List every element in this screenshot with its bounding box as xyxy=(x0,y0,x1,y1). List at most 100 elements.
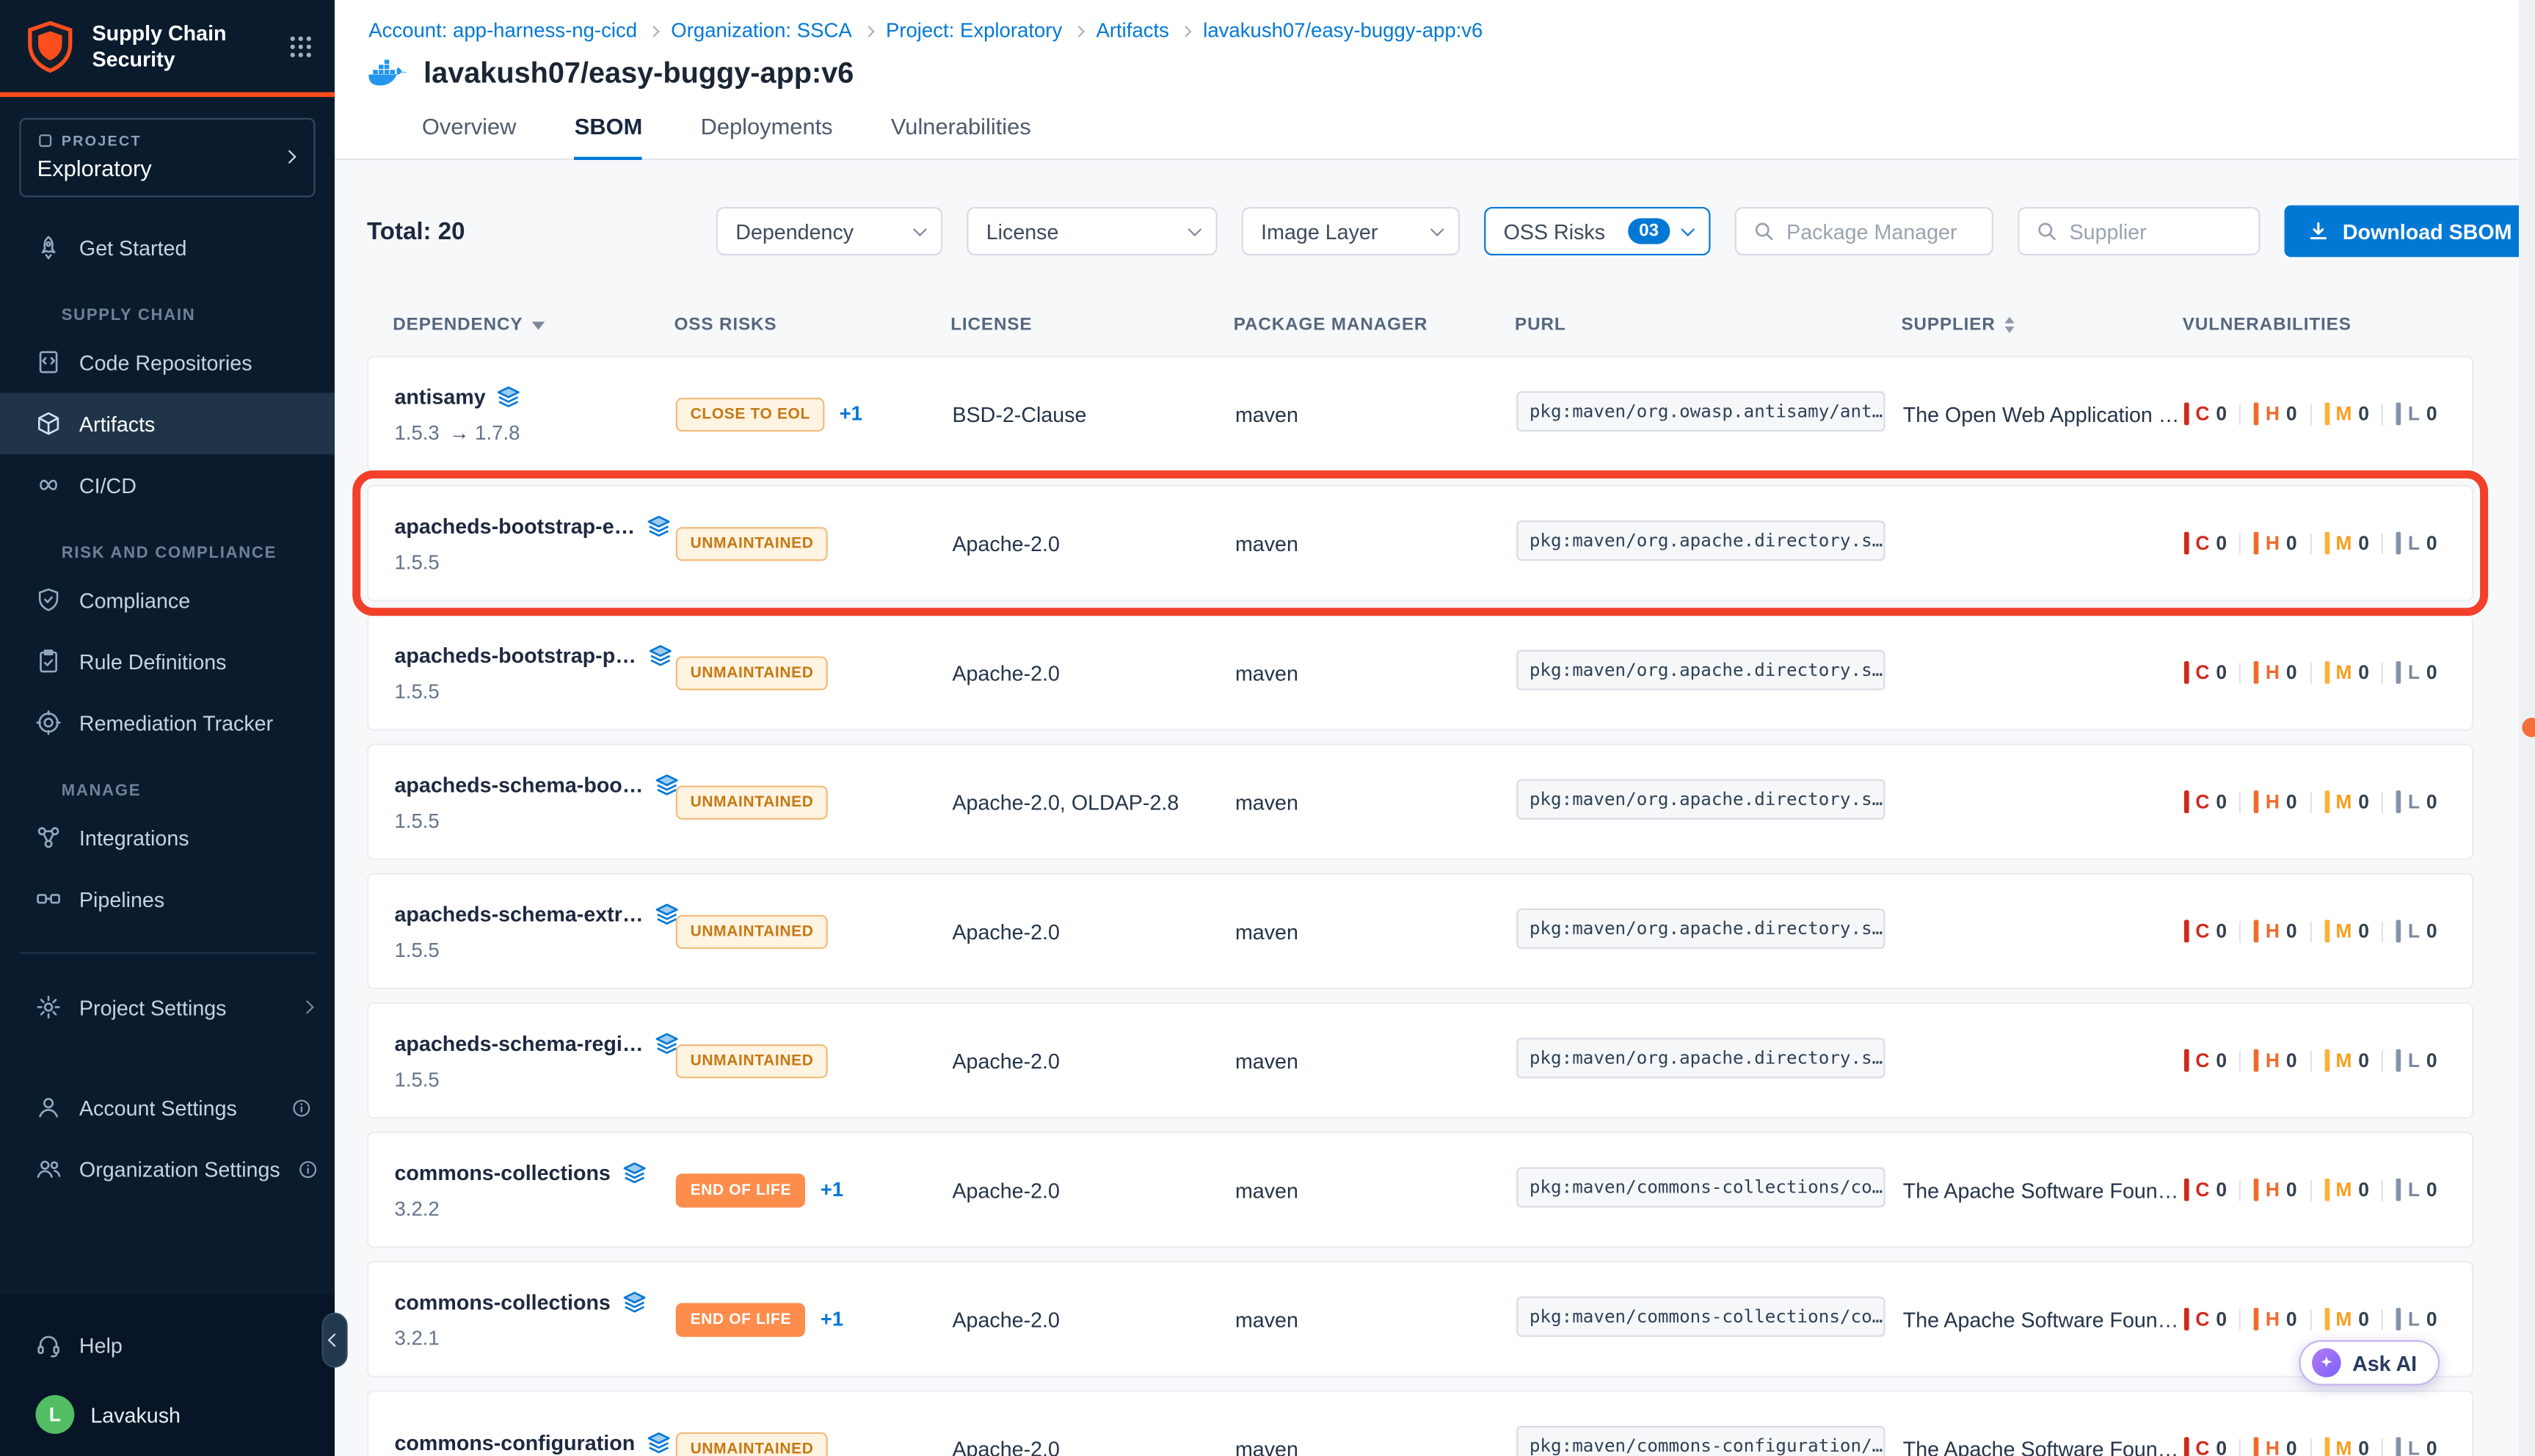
sidebar-collapse-handle[interactable] xyxy=(321,1313,347,1368)
user-profile[interactable]: L Lavakush xyxy=(0,1376,335,1438)
package-manager-cell: maven xyxy=(1235,919,1298,943)
package-manager-cell: maven xyxy=(1235,1307,1298,1331)
sort-descending-icon[interactable] xyxy=(533,321,546,329)
license-cell: Apache-2.0 xyxy=(952,1049,1059,1073)
pill-divider xyxy=(2382,1050,2384,1071)
nav-organization-settings[interactable]: Organization Settings xyxy=(0,1138,335,1200)
table-row[interactable]: apacheds-bootstrap-p… 1.5.5 UNMAINTAINED… xyxy=(367,614,2473,731)
purl-chip[interactable]: pkg:maven/org.apache.directory.s… xyxy=(1516,520,1885,561)
table-row[interactable]: commons-configuration UNMAINTAINED Apach… xyxy=(367,1390,2473,1456)
risk-badge: UNMAINTAINED xyxy=(676,1432,829,1456)
pill-divider xyxy=(2310,533,2311,554)
package-manager-cell: maven xyxy=(1235,401,1298,426)
dependency-cell: commons-collections 3.2.2 xyxy=(394,1133,675,1246)
purl-chip[interactable]: pkg:maven/commons-configuration/… xyxy=(1516,1426,1885,1456)
image-layer-filter[interactable]: Image Layer xyxy=(1242,207,1460,255)
upgrade-info: → 1.7.8 xyxy=(449,421,520,444)
breadcrumb-separator-icon xyxy=(648,25,660,37)
nav-help[interactable]: Help xyxy=(0,1314,335,1376)
nav-get-started[interactable]: Get Started xyxy=(0,216,335,278)
purl-chip[interactable]: pkg:maven/org.apache.directory.s… xyxy=(1516,909,1885,949)
package-manager-search[interactable] xyxy=(1735,207,1993,255)
table-row[interactable]: apacheds-schema-regi… 1.5.5 UNMAINTAINED… xyxy=(367,1002,2473,1119)
breadcrumb-artifact-name[interactable]: lavakush07/easy-buggy-app:v6 xyxy=(1203,19,1483,42)
oss-risks-filter[interactable]: OSS Risks 03 xyxy=(1484,207,1710,255)
dependency-version: 1.5.5 xyxy=(394,550,439,573)
breadcrumb-artifacts[interactable]: Artifacts xyxy=(1096,19,1168,42)
search-icon xyxy=(2035,220,2058,243)
sort-toggle-icon[interactable] xyxy=(2005,317,2015,333)
supplier-search[interactable] xyxy=(2018,207,2260,255)
more-risks-link[interactable]: +1 xyxy=(840,402,862,425)
license-cell: Apache-2.0 xyxy=(952,1436,1059,1456)
table-row[interactable]: apacheds-schema-boo… 1.5.5 UNMAINTAINED … xyxy=(367,743,2473,860)
dependency-version-row: 1.5.5 xyxy=(394,1068,659,1091)
tab-overview[interactable]: Overview xyxy=(422,113,517,159)
col-supplier: SUPPLIER xyxy=(1901,316,1995,335)
critical-count-pill: C0 xyxy=(2184,1049,2227,1072)
section-supply-chain: SUPPLY CHAIN xyxy=(62,307,312,325)
organization-settings-icon xyxy=(35,1156,61,1182)
info-icon xyxy=(291,1097,313,1118)
nav-remediation-tracker[interactable]: Remediation Tracker xyxy=(0,692,335,754)
oss-risks-cell: UNMAINTAINED xyxy=(676,1432,953,1456)
dependency-filter[interactable]: Dependency xyxy=(716,207,942,255)
tab-bar: Overview SBOM Deployments Vulnerabilitie… xyxy=(368,113,2496,159)
critical-count-pill: C0 xyxy=(2184,402,2227,425)
nav-cicd[interactable]: CI/CD xyxy=(0,454,335,516)
table-row[interactable]: apacheds-bootstrap-e… 1.5.5 UNMAINTAINED… xyxy=(367,485,2473,602)
dependency-cell: apacheds-schema-regi… 1.5.5 xyxy=(394,1004,675,1117)
more-risks-link[interactable]: +1 xyxy=(821,1179,843,1201)
download-sbom-button[interactable]: Download SBOM xyxy=(2285,205,2535,257)
table-row[interactable]: commons-collections 3.2.1 END OF LIFE +1… xyxy=(367,1261,2473,1377)
medium-count-pill: M0 xyxy=(2324,790,2369,813)
search-icon xyxy=(1753,220,1775,243)
tab-vulnerabilities[interactable]: Vulnerabilities xyxy=(891,113,1031,159)
vulnerability-counts: C0 H0 M0 L0 xyxy=(2184,1179,2472,1201)
nav-code-repositories[interactable]: Code Repositories xyxy=(0,332,335,393)
breadcrumb-account[interactable]: Account: app-harness-ng-cicd xyxy=(368,19,637,42)
module-grid-icon[interactable] xyxy=(288,34,313,59)
breadcrumb-project[interactable]: Project: Exploratory xyxy=(886,19,1062,42)
nav-rule-definitions[interactable]: Rule Definitions xyxy=(0,630,335,692)
app-window: Supply Chain Security PROJECT Explorator… xyxy=(0,0,2535,1456)
purl-chip[interactable]: pkg:maven/org.apache.directory.s… xyxy=(1516,779,1885,820)
license-filter[interactable]: License xyxy=(967,207,1217,255)
nav-integrations[interactable]: Integrations xyxy=(0,807,335,868)
table-row[interactable]: commons-collections 3.2.2 END OF LIFE +1… xyxy=(367,1132,2473,1248)
table-row[interactable]: apacheds-schema-extr… 1.5.5 UNMAINTAINED… xyxy=(367,873,2473,990)
pipelines-icon xyxy=(35,886,61,911)
package-manager-input[interactable] xyxy=(1786,219,1976,243)
nav-project-settings[interactable]: Project Settings xyxy=(0,976,335,1038)
tab-sbom[interactable]: SBOM xyxy=(575,113,643,160)
pill-divider xyxy=(2240,920,2241,942)
project-label: PROJECT xyxy=(62,133,142,149)
nav-pipelines[interactable]: Pipelines xyxy=(0,868,335,930)
purl-chip[interactable]: pkg:maven/org.apache.directory.s… xyxy=(1516,650,1885,691)
purl-chip[interactable]: pkg:maven/org.apache.directory.s… xyxy=(1516,1038,1885,1078)
breadcrumb-organization[interactable]: Organization: SSCA xyxy=(671,19,851,42)
tab-deployments[interactable]: Deployments xyxy=(701,113,833,159)
license-cell: Apache-2.0 xyxy=(952,919,1059,943)
purl-chip[interactable]: pkg:maven/commons-collections/co… xyxy=(1516,1167,1885,1207)
nav-artifacts[interactable]: Artifacts xyxy=(0,393,335,454)
supplier-input[interactable] xyxy=(2070,219,2243,243)
chevron-left-icon xyxy=(328,1333,342,1347)
package-manager-cell: maven xyxy=(1235,1178,1298,1202)
medium-count-pill: M0 xyxy=(2324,1179,2369,1201)
table-row[interactable]: antisamy 1.5.3 → 1.7.8 CLOSE TO EOL +1 B… xyxy=(367,356,2473,473)
docker-whale-icon xyxy=(368,58,407,89)
supplier-cell: The Apache Software Foun… xyxy=(1903,1178,2179,1202)
ask-ai-button[interactable]: Ask AI xyxy=(2299,1340,2440,1386)
vulnerability-counts: C0 H0 M0 L0 xyxy=(2184,1049,2472,1072)
pill-divider xyxy=(2240,1050,2241,1071)
purl-chip[interactable]: pkg:maven/commons-collections/co… xyxy=(1516,1297,1885,1337)
purl-chip[interactable]: pkg:maven/org.owasp.antisamy/ant… xyxy=(1516,391,1885,432)
project-selector[interactable]: PROJECT Exploratory xyxy=(19,118,315,197)
nav-compliance[interactable]: Compliance xyxy=(0,569,335,630)
nav-account-settings[interactable]: Account Settings xyxy=(0,1077,335,1138)
dependency-version-row: 1.5.3 → 1.7.8 xyxy=(394,421,659,444)
more-risks-link[interactable]: +1 xyxy=(821,1308,843,1331)
high-count-pill: H0 xyxy=(2254,1049,2296,1072)
col-package-manager: PACKAGE MANAGER xyxy=(1234,316,1428,335)
